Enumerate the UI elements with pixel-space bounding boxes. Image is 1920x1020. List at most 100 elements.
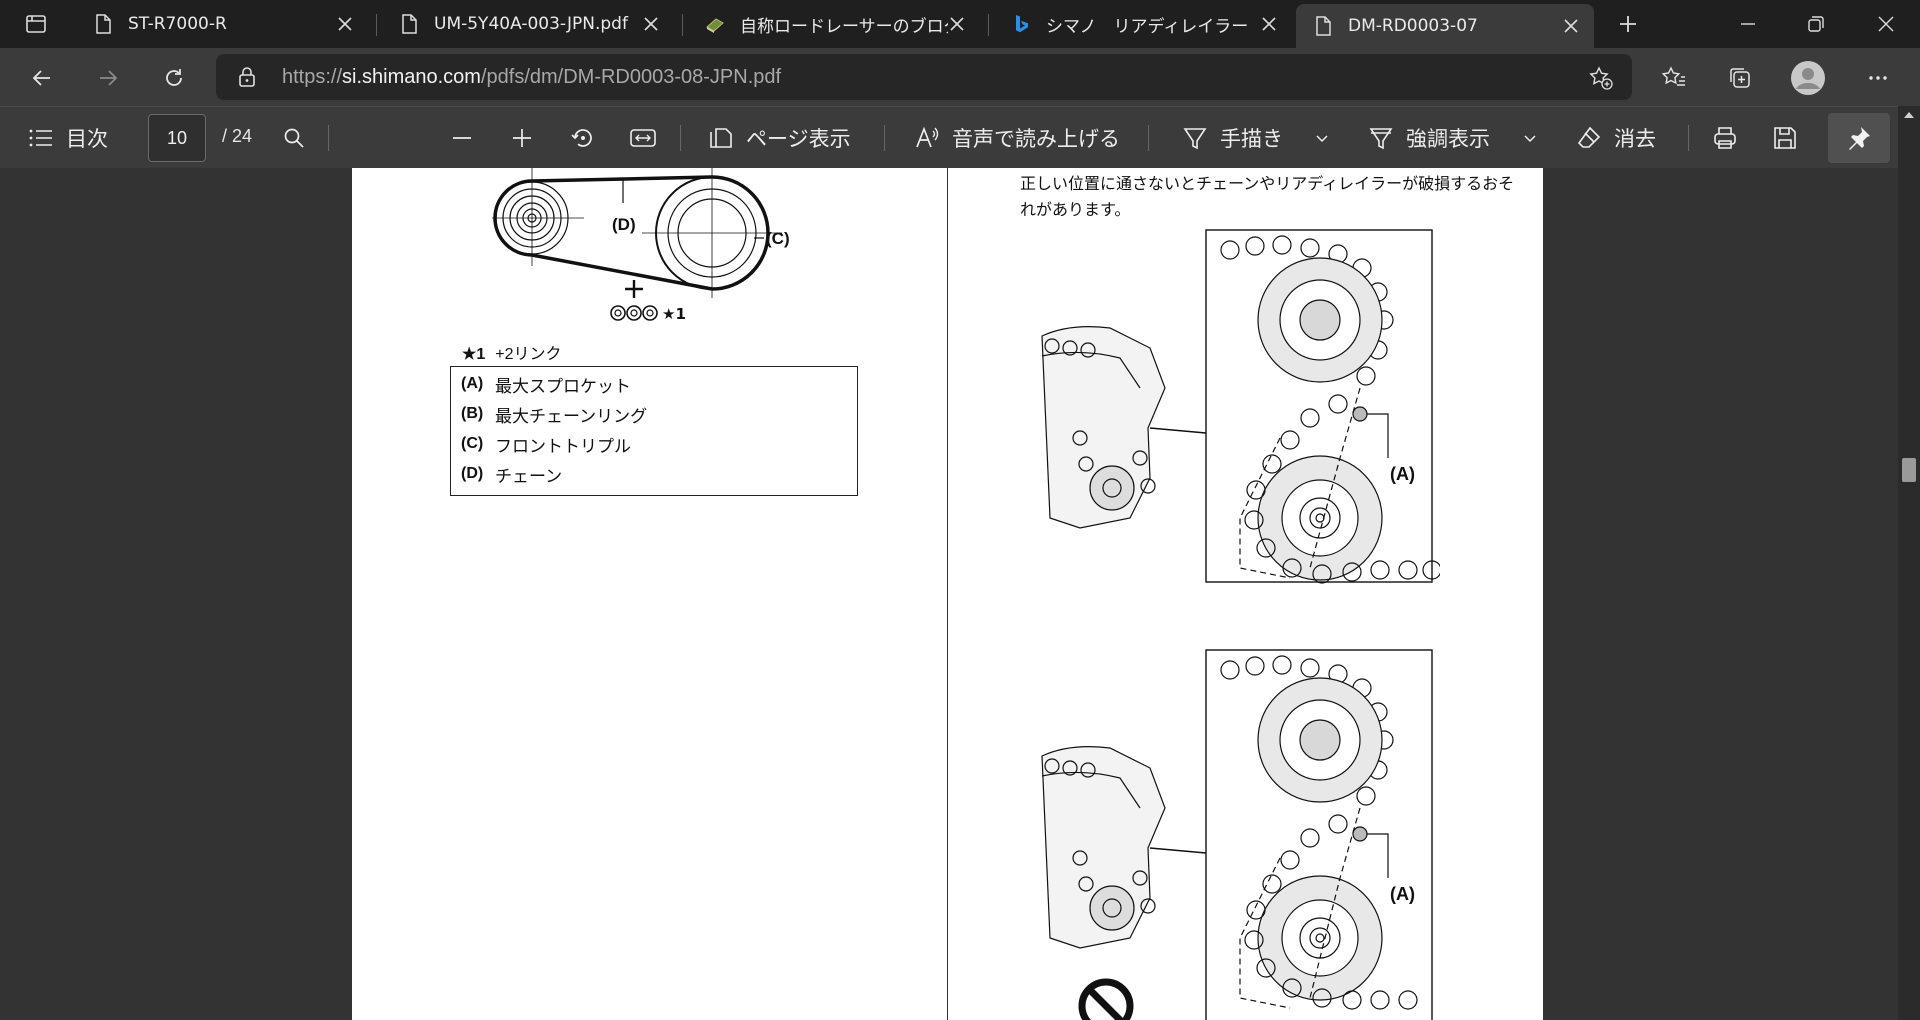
legend-item: (A) 最大スプロケット <box>461 375 631 397</box>
tab-actions-button[interactable] <box>6 0 66 48</box>
tab-separator <box>682 14 683 36</box>
arrow-right-icon <box>100 70 118 86</box>
settings-more-button[interactable] <box>1856 56 1900 100</box>
plus-icon <box>513 129 531 147</box>
legend-item: (D) チェーン <box>461 465 563 487</box>
more-horizontal-icon <box>1869 76 1887 80</box>
derailleur-figure-1: (A) <box>1041 229 1440 584</box>
legend-item: (B) 最大チェーンリング <box>461 405 648 427</box>
bing-icon <box>1016 15 1028 33</box>
minimize-button[interactable] <box>1718 0 1778 48</box>
navigation-bar: https://si.shimano.com/pdfs/dm/DM-RD0003… <box>0 48 1920 106</box>
save-icon <box>1774 127 1796 149</box>
pdf-viewer[interactable]: (D) (C) ★1 ★1 +2リンク (A) 最大スプロケット (B) 最大チェーン… <box>0 168 1898 1020</box>
figure1-label-a: (A) <box>1390 464 1415 484</box>
diagram-label-c: (C) <box>766 229 790 248</box>
tab-4-active[interactable]: DM-RD0003-07 <box>1296 4 1594 48</box>
zoom-out-button[interactable] <box>450 107 474 169</box>
book-icon <box>706 18 724 33</box>
draw-button[interactable]: 手描き <box>1182 107 1283 169</box>
page-number-input[interactable]: 10 <box>148 114 206 162</box>
rotate-button[interactable] <box>570 107 596 169</box>
close-icon <box>1878 16 1894 32</box>
new-tab-button[interactable] <box>1598 0 1658 48</box>
tab-actions-icon <box>26 15 46 33</box>
pin-icon <box>1849 127 1870 150</box>
pin-toolbar-button[interactable] <box>1828 113 1890 163</box>
chevron-down-icon <box>1316 135 1328 143</box>
fit-width-icon <box>630 129 656 147</box>
toolbar-divider <box>680 125 681 151</box>
erase-button[interactable]: 消去 <box>1576 107 1656 169</box>
page-total: / 24 <box>222 126 253 146</box>
close-tab-icon[interactable] <box>642 15 660 33</box>
draw-options-button[interactable] <box>1314 107 1330 169</box>
print-button[interactable] <box>1712 107 1738 169</box>
add-favorite-icon[interactable] <box>1588 65 1614 91</box>
legend-item: (C) フロントトリプル <box>461 435 631 457</box>
close-window-button[interactable] <box>1856 0 1916 48</box>
document-icon <box>1316 16 1331 36</box>
minus-icon <box>453 137 471 139</box>
scrollbar-thumb[interactable] <box>1902 458 1916 482</box>
toolbar-divider <box>1688 125 1689 151</box>
close-tab-icon[interactable] <box>1260 15 1278 33</box>
toolbar-divider <box>1148 125 1149 151</box>
diagram-label-star: ★1 <box>662 305 686 323</box>
star-note: ★1 +2リンク <box>462 346 562 363</box>
warning-text: 正しい位置に通さないとチェーンやリアディレイラーが破損するおそれがあります。 <box>1020 174 1515 219</box>
scroll-up-icon[interactable] <box>1903 110 1915 120</box>
figure2-label-a: (A) <box>1390 884 1415 904</box>
restore-icon <box>1808 16 1824 32</box>
collections-button[interactable] <box>1718 56 1762 100</box>
refresh-button[interactable] <box>152 56 196 100</box>
pdf-page-right: 正しい位置に通さないとチェーンやリアディレイラーが破損するおそれがあります。 (… <box>948 168 1543 1020</box>
close-tab-icon[interactable] <box>1562 17 1580 35</box>
url-text[interactable]: https://si.shimano.com/pdfs/dm/DM-RD0003… <box>282 66 781 89</box>
toolbar-divider <box>884 125 885 151</box>
restore-button[interactable] <box>1786 0 1846 48</box>
pdf-page-left: (D) (C) ★1 ★1 +2リンク (A) 最大スプロケット (B) 最大チェーン… <box>352 168 947 1020</box>
plus-icon <box>1620 16 1636 32</box>
tab-3[interactable]: シマノ リアディレイラー 1 0 <box>994 4 1292 44</box>
profile-button[interactable] <box>1786 56 1830 100</box>
legend-box: (A) 最大スプロケット (B) 最大チェーンリング (C) フロントトリプル (D)… <box>450 366 858 496</box>
eraser-icon <box>1577 126 1601 148</box>
refresh-icon <box>166 69 182 86</box>
read-aloud-button[interactable]: 音声で読み上げる <box>914 107 1120 169</box>
page-view-button[interactable]: ページ表示 <box>708 107 851 169</box>
back-button[interactable] <box>20 56 64 100</box>
diagram-label-d: (D) <box>612 215 636 234</box>
read-aloud-icon <box>916 126 939 148</box>
forward-button[interactable] <box>86 56 130 100</box>
page-view-icon <box>710 128 732 148</box>
document-icon <box>402 14 417 34</box>
pen-icon <box>1183 128 1207 150</box>
read-aloud-label: 音声で読み上げる <box>952 127 1120 151</box>
address-bar[interactable]: https://si.shimano.com/pdfs/dm/DM-RD0003… <box>216 54 1632 100</box>
tab-title: 自称ロードレーサーのブログ（5 <box>740 16 948 37</box>
toc-label: 目次 <box>66 127 108 151</box>
tab-title: シマノ リアディレイラー 1 0 <box>1046 16 1260 37</box>
highlight-button[interactable]: 強調表示 <box>1368 107 1490 169</box>
tab-1[interactable]: UM-5Y40A-003-JPN.pdf <box>382 4 674 44</box>
save-button[interactable] <box>1772 107 1798 169</box>
tab-0[interactable]: ST-R7000-R <box>76 4 368 44</box>
tab-2[interactable]: 自称ロードレーサーのブログ（5 <box>688 4 980 44</box>
close-tab-icon[interactable] <box>948 15 966 33</box>
page-view-label: ページ表示 <box>746 127 851 151</box>
close-tab-icon[interactable] <box>336 15 354 33</box>
vertical-scrollbar[interactable] <box>1898 106 1920 1020</box>
highlight-options-button[interactable] <box>1522 107 1538 169</box>
tab-separator <box>376 14 377 36</box>
tab-title: DM-RD0003-07 <box>1348 16 1478 36</box>
lock-icon[interactable] <box>236 66 258 88</box>
tab-strip: ST-R7000-R UM-5Y40A-003-JPN.pdf 自称ロードレーサ… <box>0 0 1920 48</box>
fit-width-button[interactable] <box>630 107 656 169</box>
draw-label: 手描き <box>1220 127 1283 151</box>
zoom-in-button[interactable] <box>510 107 534 169</box>
favorites-icon <box>1661 66 1685 86</box>
find-button[interactable] <box>282 107 306 169</box>
toc-button[interactable]: 目次 <box>28 107 108 169</box>
favorites-button[interactable] <box>1652 56 1696 100</box>
